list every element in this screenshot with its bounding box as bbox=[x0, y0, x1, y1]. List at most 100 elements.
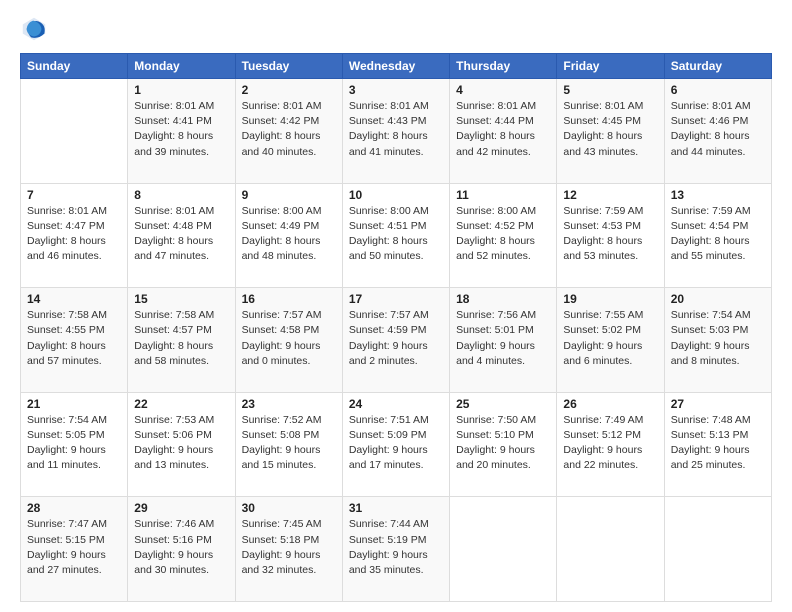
day-number: 28 bbox=[27, 501, 121, 515]
day-info: Sunrise: 8:01 AMSunset: 4:47 PMDaylight:… bbox=[27, 204, 121, 265]
day-number: 25 bbox=[456, 397, 550, 411]
calendar: SundayMondayTuesdayWednesdayThursdayFrid… bbox=[20, 53, 772, 602]
calendar-cell bbox=[21, 79, 128, 184]
day-info: Sunrise: 7:45 AMSunset: 5:18 PMDaylight:… bbox=[242, 517, 336, 578]
day-info: Sunrise: 8:01 AMSunset: 4:41 PMDaylight:… bbox=[134, 99, 228, 160]
day-number: 8 bbox=[134, 188, 228, 202]
day-number: 26 bbox=[563, 397, 657, 411]
day-of-week-header: Tuesday bbox=[235, 54, 342, 79]
calendar-cell: 27 Sunrise: 7:48 AMSunset: 5:13 PMDayligh… bbox=[664, 392, 771, 497]
day-info: Sunrise: 7:49 AMSunset: 5:12 PMDaylight:… bbox=[563, 413, 657, 474]
day-number: 21 bbox=[27, 397, 121, 411]
calendar-cell: 20 Sunrise: 7:54 AMSunset: 5:03 PMDayligh… bbox=[664, 288, 771, 393]
calendar-cell: 28 Sunrise: 7:47 AMSunset: 5:15 PMDayligh… bbox=[21, 497, 128, 602]
day-info: Sunrise: 8:00 AMSunset: 4:51 PMDaylight:… bbox=[349, 204, 443, 265]
day-number: 15 bbox=[134, 292, 228, 306]
logo bbox=[20, 15, 52, 43]
day-number: 18 bbox=[456, 292, 550, 306]
calendar-cell: 8 Sunrise: 8:01 AMSunset: 4:48 PMDaylight… bbox=[128, 183, 235, 288]
day-of-week-header: Sunday bbox=[21, 54, 128, 79]
day-info: Sunrise: 7:59 AMSunset: 4:53 PMDaylight:… bbox=[563, 204, 657, 265]
day-number: 23 bbox=[242, 397, 336, 411]
day-number: 27 bbox=[671, 397, 765, 411]
calendar-cell: 5 Sunrise: 8:01 AMSunset: 4:45 PMDaylight… bbox=[557, 79, 664, 184]
day-info: Sunrise: 7:47 AMSunset: 5:15 PMDaylight:… bbox=[27, 517, 121, 578]
day-number: 12 bbox=[563, 188, 657, 202]
day-info: Sunrise: 7:53 AMSunset: 5:06 PMDaylight:… bbox=[134, 413, 228, 474]
day-of-week-header: Saturday bbox=[664, 54, 771, 79]
calendar-cell: 25Sunrise: 7:50 AMSunset: 5:10 PMDayligh… bbox=[450, 392, 557, 497]
day-info: Sunrise: 7:58 AMSunset: 4:55 PMDaylight:… bbox=[27, 308, 121, 369]
calendar-week-row: 21 Sunrise: 7:54 AMSunset: 5:05 PMDayligh… bbox=[21, 392, 772, 497]
calendar-week-row: 14 Sunrise: 7:58 AMSunset: 4:55 PMDayligh… bbox=[21, 288, 772, 393]
calendar-cell: 29 Sunrise: 7:46 AMSunset: 5:16 PMDayligh… bbox=[128, 497, 235, 602]
day-info: Sunrise: 7:57 AMSunset: 4:59 PMDaylight:… bbox=[349, 308, 443, 369]
day-info: Sunrise: 7:58 AMSunset: 4:57 PMDaylight:… bbox=[134, 308, 228, 369]
calendar-cell: 24Sunrise: 7:51 AMSunset: 5:09 PMDayligh… bbox=[342, 392, 449, 497]
calendar-cell: 31 Sunrise: 7:44 AMSunset: 5:19 PMDayligh… bbox=[342, 497, 449, 602]
day-number: 7 bbox=[27, 188, 121, 202]
calendar-cell: 4 Sunrise: 8:01 AMSunset: 4:44 PMDaylight… bbox=[450, 79, 557, 184]
day-number: 19 bbox=[563, 292, 657, 306]
day-info: Sunrise: 8:01 AMSunset: 4:45 PMDaylight:… bbox=[563, 99, 657, 160]
calendar-cell: 17 Sunrise: 7:57 AMSunset: 4:59 PMDayligh… bbox=[342, 288, 449, 393]
day-info: Sunrise: 8:01 AMSunset: 4:44 PMDaylight:… bbox=[456, 99, 550, 160]
day-info: Sunrise: 7:52 AMSunset: 5:08 PMDaylight:… bbox=[242, 413, 336, 474]
calendar-cell: 23 Sunrise: 7:52 AMSunset: 5:08 PMDayligh… bbox=[235, 392, 342, 497]
calendar-cell bbox=[664, 497, 771, 602]
day-info: Sunrise: 8:00 AMSunset: 4:52 PMDaylight:… bbox=[456, 204, 550, 265]
day-info: Sunrise: 7:48 AMSunset: 5:13 PMDaylight:… bbox=[671, 413, 765, 474]
calendar-header-row: SundayMondayTuesdayWednesdayThursdayFrid… bbox=[21, 54, 772, 79]
day-info: Sunrise: 7:54 AMSunset: 5:05 PMDaylight:… bbox=[27, 413, 121, 474]
calendar-cell: 9Sunrise: 8:00 AMSunset: 4:49 PMDaylight… bbox=[235, 183, 342, 288]
day-info: Sunrise: 7:44 AMSunset: 5:19 PMDaylight:… bbox=[349, 517, 443, 578]
day-number: 17 bbox=[349, 292, 443, 306]
day-number: 20 bbox=[671, 292, 765, 306]
calendar-cell: 15 Sunrise: 7:58 AMSunset: 4:57 PMDayligh… bbox=[128, 288, 235, 393]
calendar-cell: 10Sunrise: 8:00 AMSunset: 4:51 PMDayligh… bbox=[342, 183, 449, 288]
day-of-week-header: Wednesday bbox=[342, 54, 449, 79]
day-number: 30 bbox=[242, 501, 336, 515]
calendar-cell: 13 Sunrise: 7:59 AMSunset: 4:54 PMDayligh… bbox=[664, 183, 771, 288]
calendar-cell: 21 Sunrise: 7:54 AMSunset: 5:05 PMDayligh… bbox=[21, 392, 128, 497]
calendar-cell bbox=[450, 497, 557, 602]
calendar-cell: 11 Sunrise: 8:00 AMSunset: 4:52 PMDayligh… bbox=[450, 183, 557, 288]
calendar-week-row: 7 Sunrise: 8:01 AMSunset: 4:47 PMDaylight… bbox=[21, 183, 772, 288]
day-info: Sunrise: 7:54 AMSunset: 5:03 PMDaylight:… bbox=[671, 308, 765, 369]
calendar-cell: 16 Sunrise: 7:57 AMSunset: 4:58 PMDayligh… bbox=[235, 288, 342, 393]
day-number: 3 bbox=[349, 83, 443, 97]
day-number: 22 bbox=[134, 397, 228, 411]
calendar-cell: 6 Sunrise: 8:01 AMSunset: 4:46 PMDaylight… bbox=[664, 79, 771, 184]
day-info: Sunrise: 8:01 AMSunset: 4:43 PMDaylight:… bbox=[349, 99, 443, 160]
calendar-cell: 18 Sunrise: 7:56 AMSunset: 5:01 PMDayligh… bbox=[450, 288, 557, 393]
calendar-week-row: 1 Sunrise: 8:01 AMSunset: 4:41 PMDaylight… bbox=[21, 79, 772, 184]
day-info: Sunrise: 8:01 AMSunset: 4:48 PMDaylight:… bbox=[134, 204, 228, 265]
calendar-cell: 3 Sunrise: 8:01 AMSunset: 4:43 PMDaylight… bbox=[342, 79, 449, 184]
day-number: 4 bbox=[456, 83, 550, 97]
day-info: Sunrise: 7:46 AMSunset: 5:16 PMDaylight:… bbox=[134, 517, 228, 578]
day-number: 1 bbox=[134, 83, 228, 97]
day-info: Sunrise: 7:59 AMSunset: 4:54 PMDaylight:… bbox=[671, 204, 765, 265]
calendar-week-row: 28 Sunrise: 7:47 AMSunset: 5:15 PMDayligh… bbox=[21, 497, 772, 602]
day-number: 6 bbox=[671, 83, 765, 97]
day-number: 2 bbox=[242, 83, 336, 97]
day-number: 11 bbox=[456, 188, 550, 202]
page: SundayMondayTuesdayWednesdayThursdayFrid… bbox=[0, 0, 792, 612]
day-number: 31 bbox=[349, 501, 443, 515]
day-number: 9 bbox=[242, 188, 336, 202]
day-number: 13 bbox=[671, 188, 765, 202]
day-info: Sunrise: 7:57 AMSunset: 4:58 PMDaylight:… bbox=[242, 308, 336, 369]
day-number: 29 bbox=[134, 501, 228, 515]
logo-icon bbox=[20, 15, 48, 43]
day-info: Sunrise: 7:56 AMSunset: 5:01 PMDaylight:… bbox=[456, 308, 550, 369]
day-number: 5 bbox=[563, 83, 657, 97]
day-info: Sunrise: 8:01 AMSunset: 4:42 PMDaylight:… bbox=[242, 99, 336, 160]
calendar-cell: 19 Sunrise: 7:55 AMSunset: 5:02 PMDayligh… bbox=[557, 288, 664, 393]
day-number: 16 bbox=[242, 292, 336, 306]
calendar-cell: 30 Sunrise: 7:45 AMSunset: 5:18 PMDayligh… bbox=[235, 497, 342, 602]
day-info: Sunrise: 7:55 AMSunset: 5:02 PMDaylight:… bbox=[563, 308, 657, 369]
day-info: Sunrise: 8:01 AMSunset: 4:46 PMDaylight:… bbox=[671, 99, 765, 160]
day-number: 14 bbox=[27, 292, 121, 306]
day-of-week-header: Thursday bbox=[450, 54, 557, 79]
day-of-week-header: Friday bbox=[557, 54, 664, 79]
